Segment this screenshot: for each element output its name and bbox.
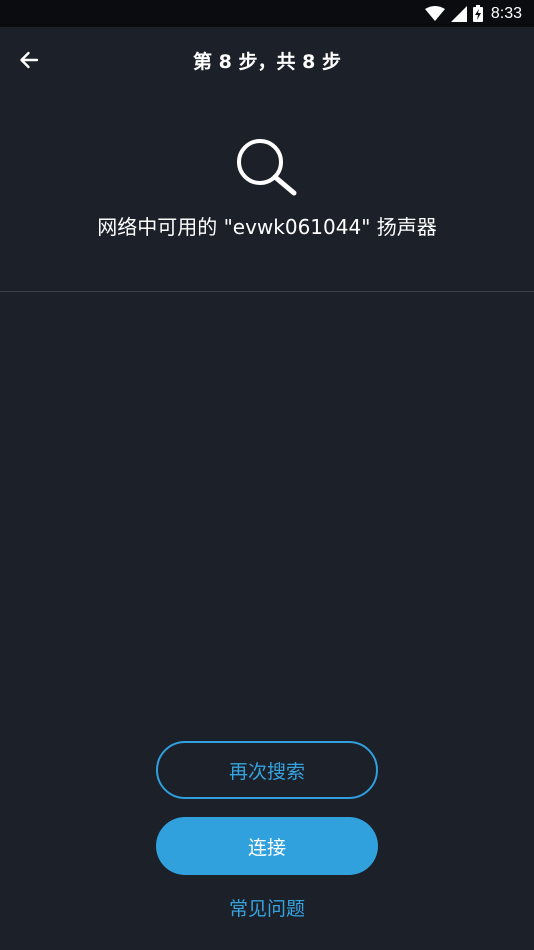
divider: [0, 291, 534, 292]
wifi-icon: [424, 5, 445, 22]
search-icon: [232, 134, 302, 204]
connect-button[interactable]: 连接: [156, 817, 378, 875]
network-speaker-message: 网络中可用的 "evwk061044" 扬声器: [97, 215, 437, 239]
screen: 8:33 第 8 步，共 8 步 网络中可用的 "evwk061044" 扬声器…: [0, 0, 534, 950]
battery-charging-icon: [472, 5, 483, 22]
status-time: 8:33: [490, 4, 522, 22]
page-title: 第 8 步，共 8 步: [193, 51, 341, 73]
faq-link[interactable]: 常见问题: [0, 894, 534, 921]
signal-icon: [450, 5, 467, 22]
search-again-button[interactable]: 再次搜索: [156, 741, 378, 799]
status-bar: 8:33: [0, 0, 534, 27]
app-header: 第 8 步，共 8 步: [0, 27, 534, 95]
